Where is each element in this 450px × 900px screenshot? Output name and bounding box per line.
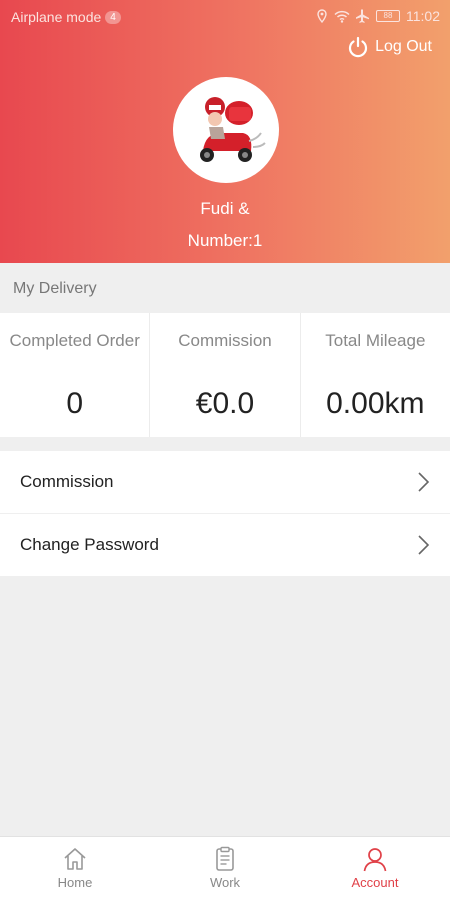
delivery-stats: Completed Order 0 Commission €0.0 Total … bbox=[0, 313, 450, 437]
tab-label: Account bbox=[351, 875, 399, 890]
notification-badge: 4 bbox=[105, 10, 121, 24]
airplane-mode-label: Airplane mode bbox=[11, 9, 102, 25]
stat-label: Total Mileage bbox=[325, 331, 426, 350]
stat-label: Completed Order bbox=[9, 331, 140, 350]
menu-item-label: Commission bbox=[20, 472, 114, 491]
stat-value: 0.00km bbox=[326, 387, 425, 420]
stat-value: €0.0 bbox=[195, 387, 255, 420]
stat-commission: Commission €0.0 bbox=[149, 313, 299, 437]
tab-label: Work bbox=[209, 875, 241, 890]
logout-button[interactable]: Log Out bbox=[347, 36, 432, 58]
chevron-right-icon bbox=[418, 535, 430, 555]
delivery-scooter-icon bbox=[200, 97, 266, 162]
power-icon bbox=[349, 36, 368, 58]
clock: 11:02 bbox=[406, 8, 440, 24]
user-name: Fudi & bbox=[200, 199, 250, 218]
stat-completed-order: Completed Order 0 bbox=[0, 313, 149, 437]
status-bar: Airplane mode 4 88 11:02 bbox=[0, 0, 450, 32]
tab-label: Home bbox=[57, 875, 93, 890]
airplane-icon bbox=[356, 9, 369, 23]
my-delivery-title: My Delivery bbox=[13, 280, 97, 297]
stat-value: 0 bbox=[66, 387, 83, 420]
chevron-right-icon bbox=[418, 472, 430, 492]
person-icon bbox=[363, 848, 387, 872]
profile-header: Airplane mode 4 88 11:02 Log Out Fudi & … bbox=[0, 0, 450, 263]
menu-item-label: Change Password bbox=[20, 535, 159, 554]
tab-home[interactable]: Home bbox=[0, 837, 150, 900]
battery-icon: 88 bbox=[376, 10, 400, 22]
account-menu: Commission Change Password bbox=[0, 451, 450, 576]
menu-item-commission[interactable]: Commission bbox=[0, 451, 450, 514]
logout-label: Log Out bbox=[375, 38, 432, 55]
tab-account[interactable]: Account bbox=[300, 837, 450, 900]
bottom-tab-bar: Home Work Account bbox=[0, 836, 450, 900]
clipboard-icon bbox=[216, 846, 234, 871]
wifi-icon bbox=[334, 10, 350, 23]
battery-level: 88 bbox=[383, 11, 393, 20]
home-icon bbox=[64, 848, 86, 870]
location-icon bbox=[317, 9, 327, 23]
stat-label: Commission bbox=[178, 331, 272, 350]
tab-work[interactable]: Work bbox=[150, 837, 300, 900]
avatar bbox=[173, 77, 279, 183]
stat-total-mileage: Total Mileage 0.00km bbox=[299, 313, 450, 437]
menu-item-change-password[interactable]: Change Password bbox=[0, 514, 450, 576]
user-number: Number:1 bbox=[187, 231, 263, 250]
